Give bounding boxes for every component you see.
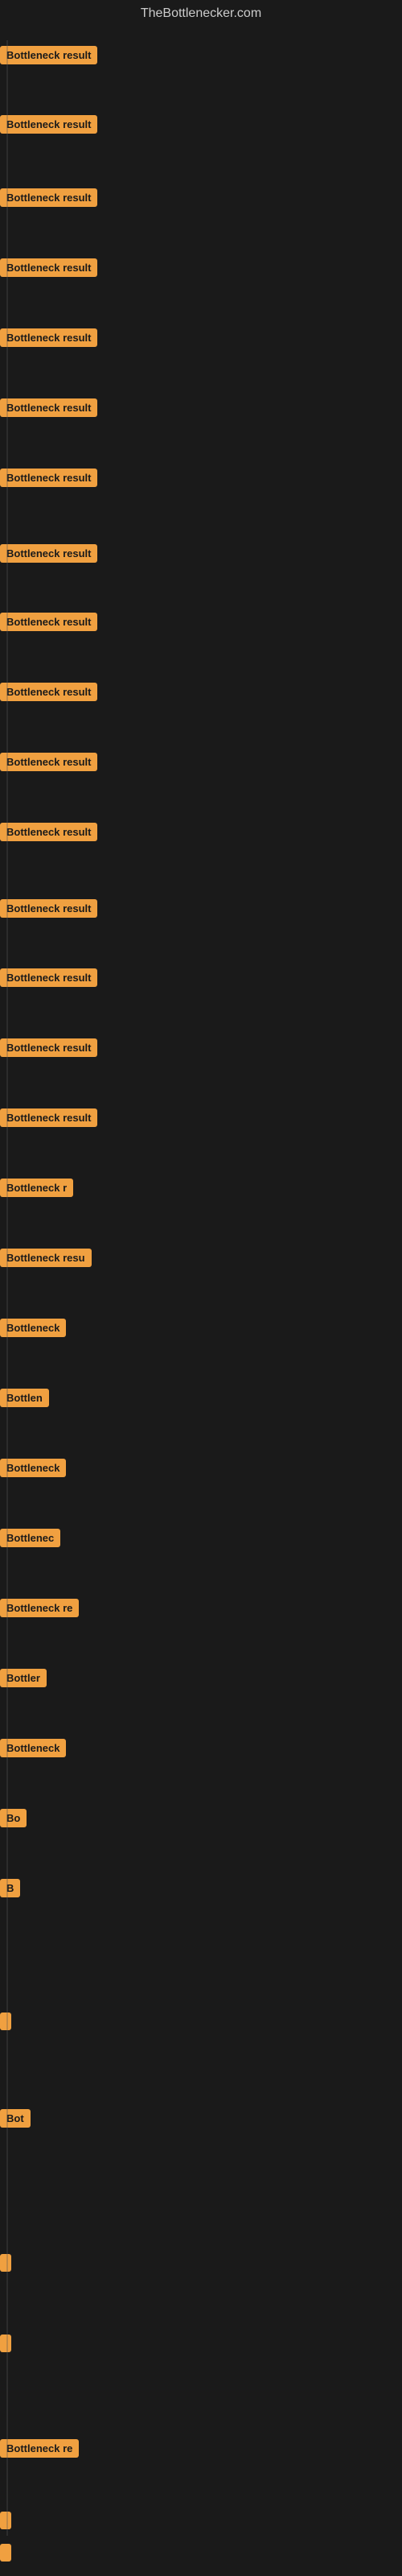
site-title: TheBottlenecker.com bbox=[0, 0, 402, 27]
bottleneck-item-32: Bottleneck re bbox=[0, 2439, 79, 2462]
bottleneck-badge-15: Bottleneck result bbox=[0, 1038, 97, 1057]
bottleneck-item-29: Bot bbox=[0, 2109, 31, 2132]
bottleneck-badge-26: Bo bbox=[0, 1809, 27, 1827]
bottleneck-stub-33 bbox=[0, 2512, 11, 2529]
bottleneck-badge-16: Bottleneck result bbox=[0, 1108, 97, 1127]
bottleneck-item-26: Bo bbox=[0, 1809, 27, 1831]
bottleneck-item-8: Bottleneck result bbox=[0, 544, 97, 567]
bottleneck-item-18: Bottleneck resu bbox=[0, 1249, 92, 1271]
bottleneck-item-12: Bottleneck result bbox=[0, 823, 97, 845]
bottleneck-badge-21: Bottleneck bbox=[0, 1459, 66, 1477]
bottleneck-badge-22: Bottlenec bbox=[0, 1529, 60, 1547]
bottleneck-item-7: Bottleneck result bbox=[0, 469, 97, 491]
bottleneck-item-21: Bottleneck bbox=[0, 1459, 66, 1481]
bottleneck-badge-2: Bottleneck result bbox=[0, 115, 97, 134]
bottleneck-badge-29: Bot bbox=[0, 2109, 31, 2128]
bottleneck-badge-5: Bottleneck result bbox=[0, 328, 97, 347]
bottleneck-item-25: Bottleneck bbox=[0, 1739, 66, 1761]
bottleneck-item-10: Bottleneck result bbox=[0, 683, 97, 705]
bottleneck-badge-3: Bottleneck result bbox=[0, 188, 97, 207]
bottleneck-badge-13: Bottleneck result bbox=[0, 899, 97, 918]
bottleneck-item-17: Bottleneck r bbox=[0, 1179, 73, 1201]
bottleneck-badge-1: Bottleneck result bbox=[0, 46, 97, 64]
bottleneck-badge-10: Bottleneck result bbox=[0, 683, 97, 701]
bottleneck-badge-6: Bottleneck result bbox=[0, 398, 97, 417]
bottleneck-item-27: B bbox=[0, 1879, 20, 1901]
bottleneck-badge-14: Bottleneck result bbox=[0, 968, 97, 987]
bottleneck-stub-31 bbox=[0, 2334, 11, 2352]
bottleneck-item-11: Bottleneck result bbox=[0, 753, 97, 775]
bottleneck-badge-23: Bottleneck re bbox=[0, 1599, 79, 1617]
bottleneck-stub-30 bbox=[0, 2254, 11, 2272]
bottleneck-item-5: Bottleneck result bbox=[0, 328, 97, 351]
bottleneck-item-16: Bottleneck result bbox=[0, 1108, 97, 1131]
bottleneck-badge-4: Bottleneck result bbox=[0, 258, 97, 277]
bottleneck-badge-7: Bottleneck result bbox=[0, 469, 97, 487]
bottleneck-item-14: Bottleneck result bbox=[0, 968, 97, 991]
bottleneck-badge-18: Bottleneck resu bbox=[0, 1249, 92, 1267]
bottleneck-stub-28 bbox=[0, 2013, 11, 2030]
bottleneck-item-22: Bottlenec bbox=[0, 1529, 60, 1551]
bottleneck-badge-8: Bottleneck result bbox=[0, 544, 97, 563]
bottleneck-item-13: Bottleneck result bbox=[0, 899, 97, 922]
bottleneck-badge-11: Bottleneck result bbox=[0, 753, 97, 771]
bottleneck-item-1: Bottleneck result bbox=[0, 46, 97, 68]
bottleneck-badge-32: Bottleneck re bbox=[0, 2439, 79, 2458]
bottleneck-item-3: Bottleneck result bbox=[0, 188, 97, 211]
bottleneck-item-15: Bottleneck result bbox=[0, 1038, 97, 1061]
bottleneck-item-6: Bottleneck result bbox=[0, 398, 97, 421]
bottleneck-badge-17: Bottleneck r bbox=[0, 1179, 73, 1197]
bottleneck-stub-34 bbox=[0, 2544, 11, 2562]
bottleneck-item-9: Bottleneck result bbox=[0, 613, 97, 635]
bottleneck-badge-25: Bottleneck bbox=[0, 1739, 66, 1757]
bottleneck-badge-27: B bbox=[0, 1879, 20, 1897]
vertical-axis-line bbox=[6, 40, 8, 2536]
bottleneck-badge-9: Bottleneck result bbox=[0, 613, 97, 631]
bottleneck-badge-12: Bottleneck result bbox=[0, 823, 97, 841]
bottleneck-item-4: Bottleneck result bbox=[0, 258, 97, 281]
bottleneck-item-23: Bottleneck re bbox=[0, 1599, 79, 1621]
bottleneck-badge-19: Bottleneck bbox=[0, 1319, 66, 1337]
bottleneck-item-19: Bottleneck bbox=[0, 1319, 66, 1341]
bottleneck-item-2: Bottleneck result bbox=[0, 115, 97, 138]
